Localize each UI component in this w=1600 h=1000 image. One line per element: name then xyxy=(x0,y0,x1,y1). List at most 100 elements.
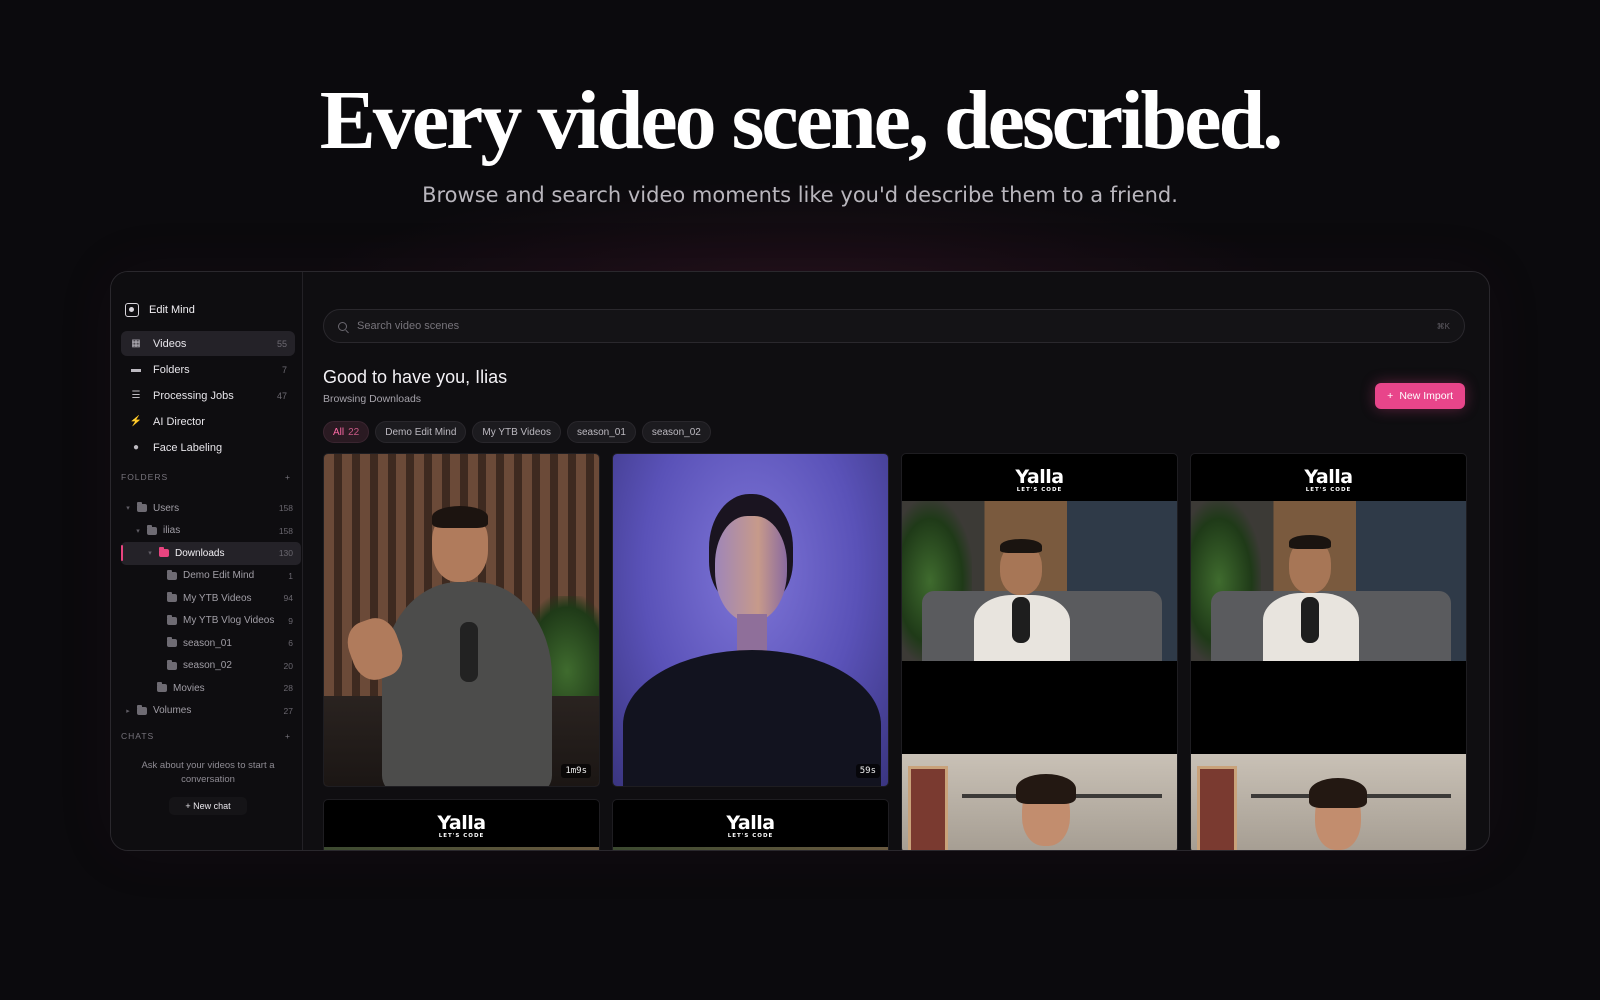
video-thumbnail xyxy=(1191,754,1466,850)
folder-tree: ▾ Users 158 ▾ ilias 158 ▾ Downloads 130 … xyxy=(121,497,301,722)
sidebar-item-processing-jobs[interactable]: ☰ Processing Jobs 47 xyxy=(121,383,295,408)
logo-text: Yalla xyxy=(1015,466,1064,488)
video-card[interactable]: Yalla LET'S CODE xyxy=(1190,453,1467,850)
brand[interactable]: Edit Mind xyxy=(125,303,195,317)
bolt-icon: ⚡ xyxy=(129,416,143,427)
tree-item-label: season_02 xyxy=(183,660,232,672)
search-icon xyxy=(338,321,347,331)
video-thumbnail xyxy=(902,754,1177,850)
video-card[interactable]: 59s xyxy=(612,453,889,787)
yalla-logo: Yalla LET'S CODE xyxy=(902,466,1177,493)
tree-item-count: 158 xyxy=(278,525,293,536)
video-card[interactable]: Yalla LET'S CODE xyxy=(612,799,889,850)
app-window: Edit Mind ▦ Videos 55 ▬ Folders 7 ☰ Proc… xyxy=(110,271,1490,851)
chevron-down-icon: ▾ xyxy=(148,550,152,558)
add-chat-button[interactable]: + xyxy=(285,731,291,741)
brand-name: Edit Mind xyxy=(149,304,195,316)
tree-item-label: Users xyxy=(153,502,180,514)
tree-item-my-ytb-vlog-videos[interactable]: My YTB Vlog Videos 9 xyxy=(121,610,301,633)
new-chat-button[interactable]: + New chat xyxy=(169,797,247,815)
folder-icon xyxy=(157,682,167,693)
chip-label: Demo Edit Mind xyxy=(385,426,457,438)
chevron-down-icon: ▾ xyxy=(126,505,130,513)
logo-subtext: LET'S CODE xyxy=(1016,487,1063,493)
folder-icon xyxy=(167,569,177,580)
video-thumbnail xyxy=(902,501,1177,661)
filter-chip-all[interactable]: All 22 xyxy=(323,421,370,443)
folder-icon xyxy=(147,524,157,535)
logo-subtext: LET'S CODE xyxy=(1305,487,1352,493)
tree-item-label: season_01 xyxy=(183,637,232,649)
tree-item-volumes[interactable]: ▸ Volumes 27 xyxy=(121,700,301,723)
tree-item-downloads[interactable]: ▾ Downloads 130 xyxy=(121,542,301,565)
sidebar-item-count: 55 xyxy=(276,338,287,349)
video-thumbnail xyxy=(613,847,888,850)
tree-item-ilias[interactable]: ▾ ilias 158 xyxy=(121,520,301,543)
folder-icon xyxy=(137,704,147,715)
add-folder-button[interactable]: + xyxy=(285,472,291,482)
chip-label: season_02 xyxy=(651,426,701,438)
scan-icon xyxy=(125,303,139,317)
users-icon: ● xyxy=(132,442,140,453)
video-card[interactable]: Yalla LET'S CODE xyxy=(901,453,1178,850)
hero-subtitle: Browse and search video moments like you… xyxy=(422,183,1178,207)
tree-item-count: 130 xyxy=(278,548,293,559)
tree-item-season-01[interactable]: season_01 6 xyxy=(121,632,301,655)
page-subtitle: Browsing Downloads xyxy=(323,393,422,405)
filter-chip-my-ytb-videos[interactable]: My YTB Videos xyxy=(472,421,561,443)
video-grid: 1m9s 59s Yalla LET'S CODE Yalla LET'S CO… xyxy=(323,453,1467,850)
tree-item-count: 20 xyxy=(283,660,293,671)
filter-chip-season-01[interactable]: season_01 xyxy=(566,421,636,443)
chats-section-header: CHATS + xyxy=(121,731,295,741)
tree-item-count: 1 xyxy=(288,570,293,581)
tree-item-users[interactable]: ▾ Users 158 xyxy=(121,497,301,520)
sidebar-item-label: Folders xyxy=(153,363,190,376)
tree-item-count: 6 xyxy=(288,638,293,649)
sidebar: Edit Mind ▦ Videos 55 ▬ Folders 7 ☰ Proc… xyxy=(111,272,303,850)
sidebar-item-label: Processing Jobs xyxy=(153,389,234,402)
folders-section-label: FOLDERS xyxy=(121,472,169,482)
list-icon: ☰ xyxy=(131,390,141,401)
sidebar-item-face-labeling[interactable]: ● Face Labeling xyxy=(121,435,295,460)
sidebar-item-label: AI Director xyxy=(153,415,205,428)
video-thumbnail xyxy=(324,454,599,786)
new-import-label: New Import xyxy=(1399,390,1453,402)
sidebar-item-videos[interactable]: ▦ Videos 55 xyxy=(121,331,295,356)
tree-item-label: Movies xyxy=(173,682,205,694)
filter-chip-demo-edit-mind[interactable]: Demo Edit Mind xyxy=(375,421,467,443)
logo-text: Yalla xyxy=(726,812,775,834)
video-card[interactable]: 1m9s xyxy=(323,453,600,787)
tree-item-count: 27 xyxy=(283,705,293,716)
yalla-logo: Yalla LET'S CODE xyxy=(324,812,599,839)
tree-item-count: 94 xyxy=(283,593,293,604)
sidebar-item-folders[interactable]: ▬ Folders 7 xyxy=(121,357,295,382)
tree-item-season-02[interactable]: season_02 20 xyxy=(121,655,301,678)
tree-item-movies[interactable]: Movies 28 xyxy=(121,677,301,700)
chip-label: All xyxy=(333,426,345,438)
search-bar[interactable]: ⌘K xyxy=(323,309,1465,343)
tree-item-label: Volumes xyxy=(153,705,192,717)
tree-item-demo-edit-mind[interactable]: Demo Edit Mind 1 xyxy=(121,565,301,588)
folder-icon xyxy=(167,659,177,670)
tree-item-my-ytb-videos[interactable]: My YTB Videos 94 xyxy=(121,587,301,610)
sidebar-item-ai-director[interactable]: ⚡ AI Director xyxy=(121,409,295,434)
table-icon: ▦ xyxy=(131,338,141,349)
chevron-right-icon: ▸ xyxy=(126,707,130,715)
tree-item-label: My YTB Videos xyxy=(183,592,252,604)
video-card[interactable]: Yalla LET'S CODE xyxy=(323,799,600,850)
video-thumbnail xyxy=(1191,501,1466,661)
logo-text: Yalla xyxy=(437,812,486,834)
filter-chip-season-02[interactable]: season_02 xyxy=(641,421,711,443)
yalla-logo: Yalla LET'S CODE xyxy=(613,812,888,839)
logo-text: Yalla xyxy=(1304,466,1353,488)
logo-subtext: LET'S CODE xyxy=(727,833,774,839)
folder-icon xyxy=(137,502,147,513)
tree-item-label: My YTB Vlog Videos xyxy=(183,615,275,627)
logo-subtext: LET'S CODE xyxy=(438,833,485,839)
folder-icon xyxy=(167,614,177,625)
tree-item-count: 28 xyxy=(283,683,293,694)
search-input[interactable] xyxy=(357,320,1437,332)
video-thumbnail xyxy=(324,847,599,850)
duration-badge: 59s xyxy=(855,764,880,778)
new-import-button[interactable]: + New Import xyxy=(1375,383,1465,409)
